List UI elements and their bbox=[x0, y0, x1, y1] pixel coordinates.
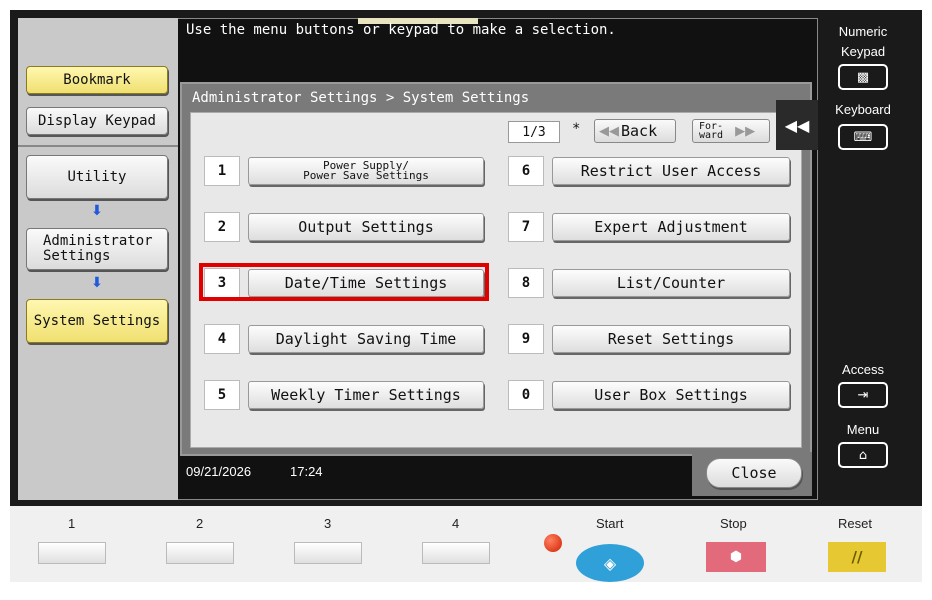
menu-item-2[interactable]: 2 Output Settings bbox=[204, 212, 484, 242]
reset-button[interactable]: // bbox=[828, 542, 886, 572]
menu-number: 7 bbox=[508, 212, 544, 242]
instruction-message: Use the menu buttons or keypad to make a… bbox=[186, 22, 616, 38]
output-settings-button[interactable]: Output Settings bbox=[248, 213, 484, 241]
access-label: Access bbox=[842, 362, 884, 377]
back-label: Back bbox=[621, 122, 658, 140]
time-display: 17:24 bbox=[290, 464, 323, 479]
menu-item-1[interactable]: 1 Power Supply/ Power Save Settings bbox=[204, 156, 484, 186]
start-label: Start bbox=[596, 516, 624, 531]
power-supply-settings-button[interactable]: Power Supply/ Power Save Settings bbox=[248, 157, 484, 185]
status-bar bbox=[180, 456, 692, 494]
menu-item-5[interactable]: 5 Weekly Timer Settings bbox=[204, 380, 484, 410]
menu-item-8[interactable]: 8 List/Counter bbox=[508, 268, 790, 298]
hardware-key-4[interactable] bbox=[422, 542, 490, 564]
power-supply-line2: Power Save Settings bbox=[303, 169, 429, 182]
display-keypad-button[interactable]: Display Keypad bbox=[26, 107, 168, 135]
keypad-icon: ▩ bbox=[856, 69, 870, 85]
stop-label: Stop bbox=[720, 516, 747, 531]
double-right-arrow-icon: ▶▶ bbox=[735, 123, 756, 139]
double-left-arrow-icon: ◀◀ bbox=[599, 123, 619, 139]
key-2-label: 2 bbox=[196, 516, 204, 531]
home-icon: ⌂ bbox=[858, 447, 868, 463]
menu-number: 8 bbox=[508, 268, 544, 298]
hardware-key-3[interactable] bbox=[294, 542, 362, 564]
stop-icon: ⬢ bbox=[729, 549, 743, 565]
breadcrumb: Administrator Settings > System Settings bbox=[192, 90, 530, 106]
daylight-saving-time-button[interactable]: Daylight Saving Time bbox=[248, 325, 484, 353]
reset-icon: // bbox=[851, 548, 863, 566]
weekly-timer-settings-button[interactable]: Weekly Timer Settings bbox=[248, 381, 484, 409]
system-settings-button[interactable]: System Settings bbox=[26, 299, 168, 343]
menu-item-0[interactable]: 0 User Box Settings bbox=[508, 380, 790, 410]
keyboard-icon: ⌨ bbox=[853, 129, 873, 145]
reset-settings-button[interactable]: Reset Settings bbox=[552, 325, 790, 353]
numeric-keypad-button[interactable]: ▩ bbox=[838, 64, 888, 90]
star-key: * bbox=[572, 121, 581, 137]
administrator-settings-line2: Settings bbox=[43, 248, 111, 264]
menu-item-7[interactable]: 7 Expert Adjustment bbox=[508, 212, 790, 242]
back-button[interactable]: ◀◀ Back bbox=[594, 119, 676, 143]
expert-adjustment-button[interactable]: Expert Adjustment bbox=[552, 213, 790, 241]
menu-number: 5 bbox=[204, 380, 240, 410]
menu-number: 4 bbox=[204, 324, 240, 354]
menu-number: 9 bbox=[508, 324, 544, 354]
hardware-key-2[interactable] bbox=[166, 542, 234, 564]
bookmark-button[interactable]: Bookmark bbox=[26, 66, 168, 94]
numeric-keypad-line2: Keypad bbox=[840, 44, 886, 59]
user-box-settings-button[interactable]: User Box Settings bbox=[552, 381, 790, 409]
page-indicator: 1/3 bbox=[508, 121, 560, 143]
access-button[interactable]: ⇥ bbox=[838, 382, 888, 408]
menu-number: 6 bbox=[508, 156, 544, 186]
arrow-down-icon: ⬇ bbox=[91, 275, 103, 291]
forward-line2: ward bbox=[699, 130, 724, 141]
divider bbox=[18, 145, 178, 147]
key-1-label: 1 bbox=[68, 516, 76, 531]
menu-item-4[interactable]: 4 Daylight Saving Time bbox=[204, 324, 484, 354]
menu-number: 0 bbox=[508, 380, 544, 410]
highlight-box bbox=[199, 263, 489, 301]
utility-button[interactable]: Utility bbox=[26, 155, 168, 199]
keyboard-button[interactable]: ⌨ bbox=[838, 124, 888, 150]
administrator-settings-line1: Administrator bbox=[43, 233, 153, 249]
forward-label: For- ward bbox=[699, 122, 724, 141]
menu-button[interactable]: ⌂ bbox=[838, 442, 888, 468]
key-3-label: 3 bbox=[324, 516, 332, 531]
hardware-key-1[interactable] bbox=[38, 542, 106, 564]
start-button[interactable]: ◈ bbox=[576, 544, 644, 582]
menu-item-6[interactable]: 6 Restrict User Access bbox=[508, 156, 790, 186]
status-led bbox=[544, 534, 562, 552]
menu-number: 2 bbox=[204, 212, 240, 242]
date-display: 09/21/2026 bbox=[186, 464, 252, 479]
restrict-user-access-button[interactable]: Restrict User Access bbox=[552, 157, 790, 185]
arrow-down-icon: ⬇ bbox=[91, 203, 103, 219]
double-left-arrow-icon: ◀◀ bbox=[784, 115, 810, 135]
start-icon: ◈ bbox=[603, 553, 617, 573]
menu-label: Menu bbox=[846, 422, 880, 437]
menu-number: 1 bbox=[204, 156, 240, 186]
key-4-label: 4 bbox=[452, 516, 460, 531]
stop-button[interactable]: ⬢ bbox=[706, 542, 766, 572]
numeric-keypad-line1: Numeric bbox=[838, 24, 888, 39]
reset-label: Reset bbox=[838, 516, 872, 531]
forward-button[interactable]: For- ward ▶▶ bbox=[692, 119, 770, 143]
close-button[interactable]: Close bbox=[706, 458, 802, 488]
administrator-settings-button[interactable]: Administrator Settings bbox=[26, 228, 168, 270]
collapse-panel-button[interactable]: ◀◀ bbox=[776, 100, 818, 150]
access-icon: ⇥ bbox=[857, 387, 869, 403]
numeric-keypad-label: Numeric Keypad bbox=[830, 22, 896, 62]
list-counter-button[interactable]: List/Counter bbox=[552, 269, 790, 297]
menu-item-9[interactable]: 9 Reset Settings bbox=[508, 324, 790, 354]
keyboard-label: Keyboard bbox=[835, 102, 891, 117]
